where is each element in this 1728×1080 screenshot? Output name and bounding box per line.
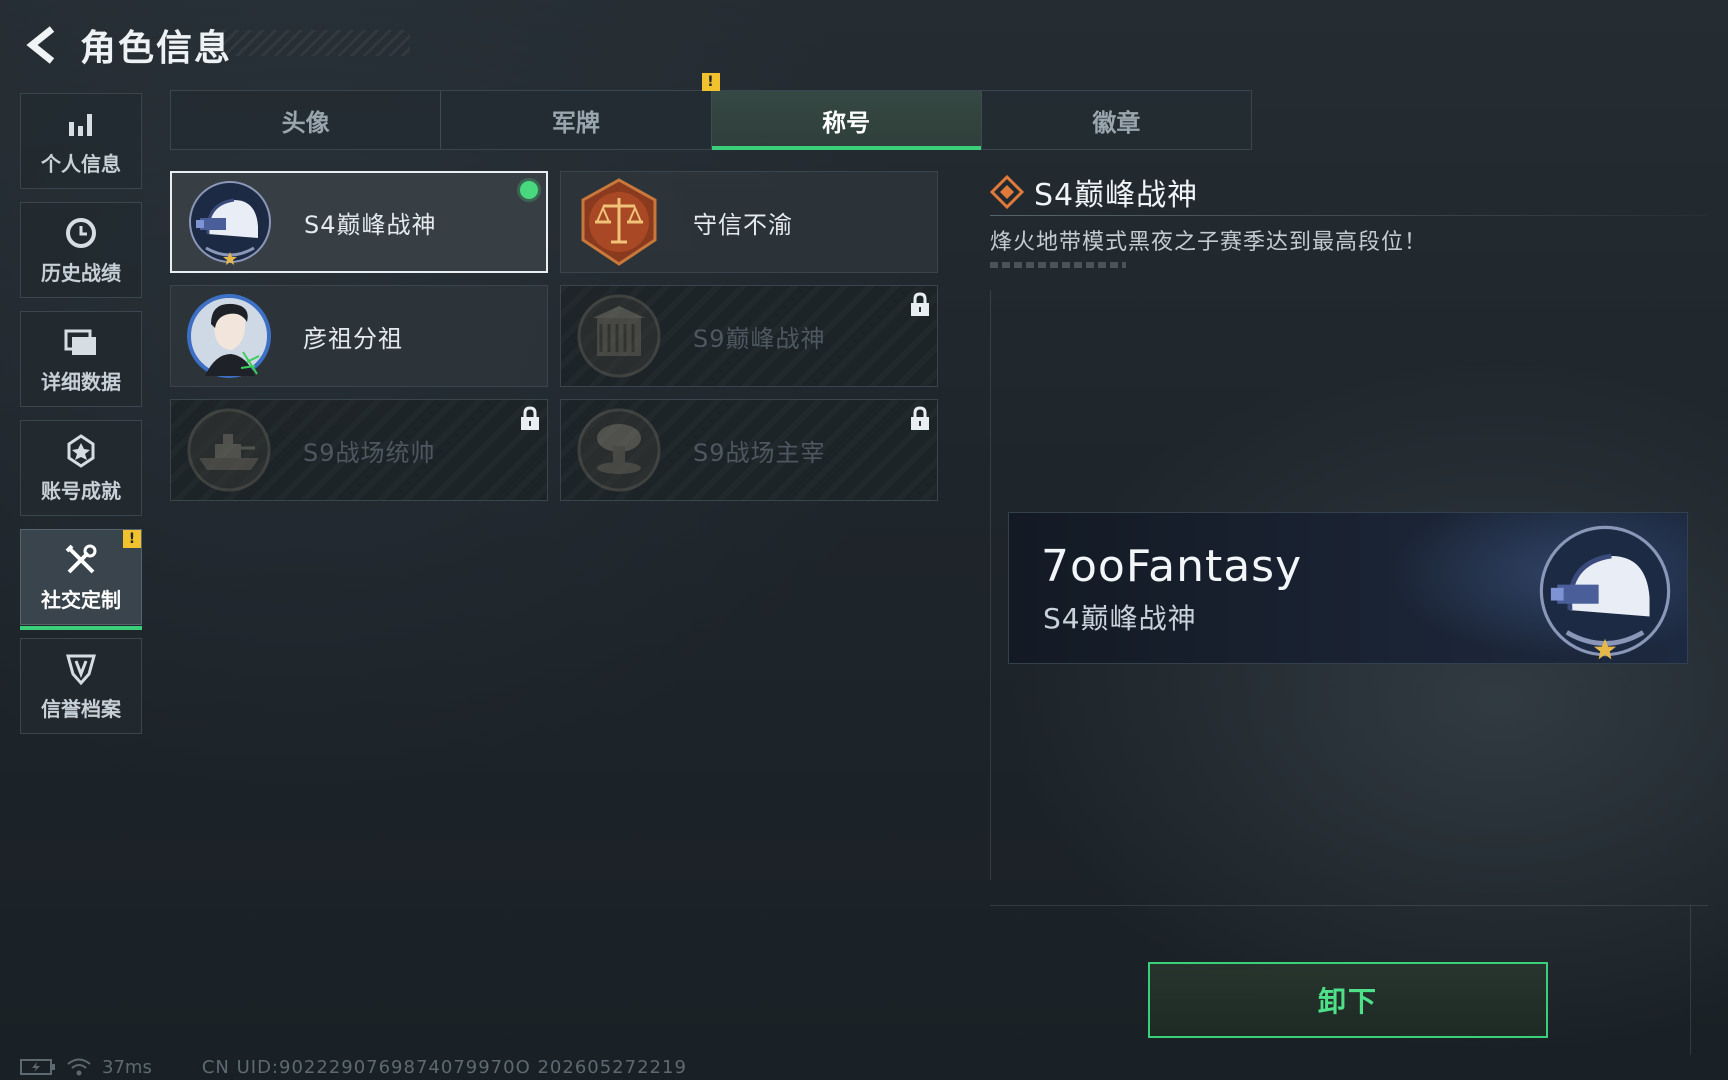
sidebar-item-match-history[interactable]: 历史战绩 [20,202,142,298]
sidebar-item-social-customization[interactable]: 社交定制 ! [20,529,142,630]
tab-label: 头像 [281,108,330,137]
screen: 角色信息 个人信息 历史战绩 详细数据 账号成就 社交定制 ! 信誉档案 头像 … [0,0,1728,1080]
unequip-button-label: 卸下 [1317,985,1378,1018]
sidebar-item-label: 个人信息 [41,151,121,176]
uid-readout: CN UID:9022290769874079970O 202605272219 [201,1056,687,1078]
title-card-label: 彦祖分祖 [303,324,403,353]
mushroom-cloud-emblem-icon [577,408,661,492]
sidebar-item-label: 信誉档案 [41,696,121,721]
header-hatch-decoration [210,30,410,56]
ping-readout: 37ms [102,1056,152,1078]
title-card[interactable]: S9战场统帅 [170,399,548,501]
lock-icon [521,406,539,430]
title-card-label: S9战场统帅 [303,438,436,467]
frame-line-left [990,290,991,880]
notification-badge: ! [701,73,720,91]
sidebar-item-label: 历史战绩 [41,260,121,285]
tab-avatar[interactable]: 头像 [171,91,442,149]
portrait-emblem-icon [187,294,271,378]
title-preview-banner: 7ooFantasy S4巅峰战神 [1008,512,1688,664]
title-grid: S4巅峰战神 守信不渝 彦祖分祖 S9巅峰战神 S9战场统帅 S9战场主宰 [170,171,938,501]
title-card-label: S9巅峰战神 [693,324,826,353]
scales-emblem-icon [581,178,657,266]
preview-player-name: 7ooFantasy [1041,541,1303,592]
title-card[interactable]: S9战场主宰 [560,399,938,501]
lock-icon [911,292,929,316]
sidebar-item-credit-record[interactable]: 信誉档案 [20,638,142,734]
tools-icon [63,542,99,578]
sidebar-item-achievements[interactable]: 账号成就 [20,420,142,516]
title-card-label: S9战场主宰 [693,438,826,467]
sidebar-item-label: 详细数据 [41,369,121,394]
bar-chart-icon [63,106,99,142]
frame-line-right [1690,905,1691,1055]
tab-title[interactable]: 称号 [711,91,982,150]
frame-line-bottom [990,905,1708,906]
status-bar: 37ms CN UID:9022290769874079970O 2026052… [20,1054,687,1080]
tab-label: 徽章 [1092,108,1141,137]
lock-icon [911,406,929,430]
detail-divider [990,215,1708,216]
tab-badge[interactable]: 徽章 [982,91,1251,149]
equipped-indicator [520,181,538,199]
detail-header: S4巅峰战神 [990,170,1198,214]
title-card[interactable]: S9巅峰战神 [560,285,938,387]
back-button[interactable] [20,23,64,67]
header: 角色信息 [20,20,232,70]
tab-bar: 头像 军牌 ! 称号 徽章 [170,73,1252,150]
building-emblem-icon [577,294,661,378]
clock-icon [63,215,99,251]
detail-title: S4巅峰战神 [1034,178,1199,213]
folder-icon [63,324,99,360]
tab-dog-tag[interactable]: 军牌 ! [441,73,720,149]
title-card[interactable]: 彦祖分祖 [170,285,548,387]
medal-icon [63,433,99,469]
detail-description: 烽火地带模式黑夜之子赛季达到最高段位！ [990,230,1428,255]
title-card-label: S4巅峰战神 [304,210,437,239]
tab-label: 军牌 [551,108,600,137]
back-arrow-icon [26,26,55,64]
sidebar-item-label: 社交定制 [41,587,121,612]
detail-dots-decoration [990,262,1126,268]
wifi-icon [67,1058,91,1076]
tab-label: 称号 [822,108,871,137]
sidebar-item-label: 账号成就 [41,478,121,503]
sidebar: 个人信息 历史战绩 详细数据 账号成就 社交定制 ! 信誉档案 [20,93,142,747]
notification-badge: ! [123,530,141,548]
title-card[interactable]: 守信不渝 [560,171,938,273]
title-card[interactable]: S4巅峰战神 [170,171,548,273]
unequip-button[interactable]: 卸下 [1148,962,1548,1038]
shield-icon [63,651,99,687]
preview-title: S4巅峰战神 [1043,602,1197,635]
helmet-emblem-icon [1539,525,1671,660]
page-title: 角色信息 [80,28,233,69]
title-card-label: 守信不渝 [693,210,793,239]
battery-icon [20,1059,55,1075]
helmet-emblem-icon [189,181,271,265]
sidebar-item-detailed-data[interactable]: 详细数据 [20,311,142,407]
warship-emblem-icon [187,408,271,492]
diamond-icon [990,175,1024,209]
sidebar-item-personal-info[interactable]: 个人信息 [20,93,142,189]
